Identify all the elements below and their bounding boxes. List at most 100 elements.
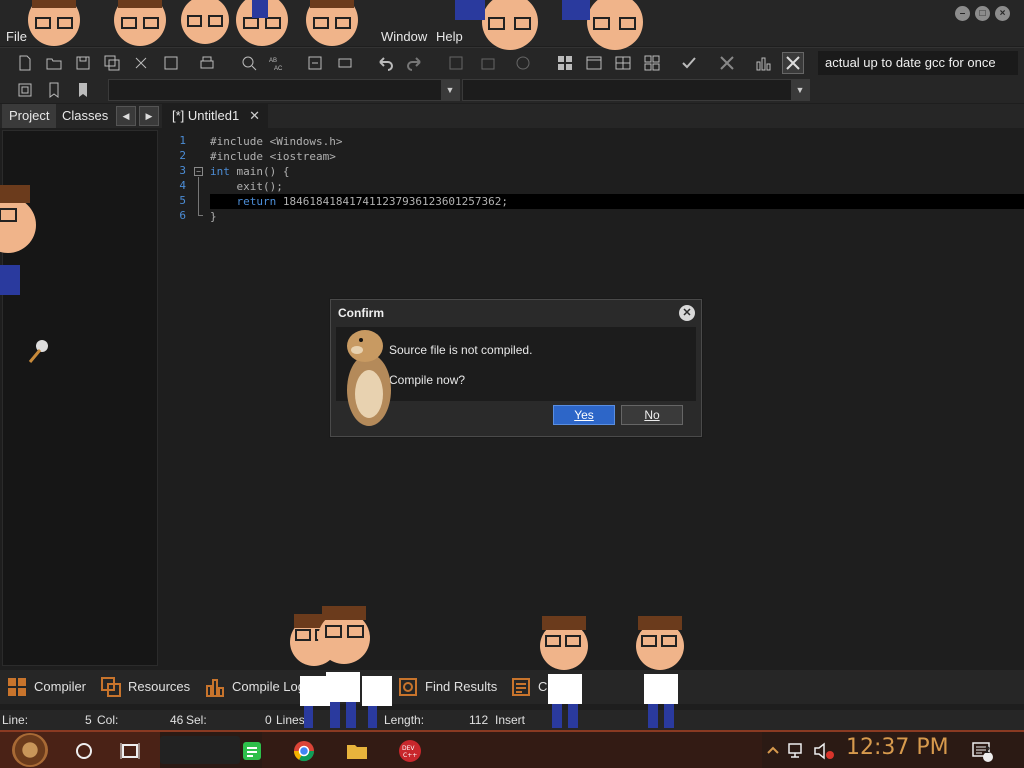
class-selector[interactable]: ▼ (108, 79, 460, 101)
indent-icon[interactable] (304, 52, 326, 74)
window-controls: – □ × (955, 6, 1010, 21)
cartoon-face-icon (114, 0, 166, 46)
fold-guide (198, 177, 199, 215)
dev-cpp-icon[interactable]: DEVC++ (398, 739, 422, 763)
tab-classes[interactable]: Classes (55, 104, 115, 128)
yes-button[interactable]: Yes (553, 405, 615, 425)
open-file-icon[interactable] (43, 52, 65, 74)
print-icon[interactable] (196, 52, 218, 74)
cartoon-face-icon (236, 0, 288, 46)
find-results-icon (399, 678, 417, 696)
tab-compiler[interactable]: Compiler (4, 674, 86, 700)
editor-tab-label: [*] Untitled1 (172, 108, 240, 123)
network-icon[interactable] (786, 739, 810, 763)
checkmark-icon[interactable] (678, 52, 700, 74)
task-view-icon[interactable] (118, 739, 142, 763)
line-number: 4 (179, 179, 186, 192)
tab-untitled1[interactable]: [*] Untitled1 ✕ (166, 104, 268, 128)
editor-tabs: [*] Untitled1 ✕ (166, 104, 1024, 128)
chart-icon[interactable] (752, 52, 774, 74)
goto-icon[interactable] (14, 79, 36, 101)
notes-app-icon[interactable] (240, 739, 264, 763)
code-text: } (210, 210, 217, 223)
cartoon-face-icon (28, 0, 80, 46)
minimize-button[interactable]: – (955, 6, 970, 21)
chrome-icon[interactable] (292, 739, 316, 763)
code-line: #include <iostream> (210, 149, 336, 164)
cartoon-face-icon (562, 0, 643, 50)
tab-find-results[interactable]: Find Results (395, 674, 497, 700)
notification-count-badge: 2 (985, 745, 991, 755)
status-line-value: 5 (85, 713, 92, 727)
resources-icon (101, 677, 121, 697)
cartoon-man-figure-icon (540, 616, 588, 728)
cartoon-face-icon (0, 185, 36, 295)
close-tab-icon[interactable]: ✕ (249, 104, 260, 128)
cartoon-face-icon (306, 0, 358, 46)
close-all-icon[interactable] (160, 52, 182, 74)
cartoon-face-icon (455, 0, 538, 50)
function-selector[interactable]: ▼ (462, 79, 810, 101)
code-line: #include <Windows.h> (210, 134, 342, 149)
code-text: #include <Windows.h> (210, 135, 343, 148)
abort-icon[interactable] (782, 52, 804, 74)
code-text: main() { (229, 165, 290, 178)
dialog-close-button[interactable]: ✕ (679, 305, 695, 321)
redo-icon[interactable] (404, 52, 426, 74)
menu-window[interactable]: Window (381, 29, 427, 44)
bottom-panel-tabs: Compiler Resources Compile Log Find Resu… (0, 670, 1024, 704)
taskbar-search[interactable] (160, 736, 240, 764)
fold-toggle-icon[interactable]: − (194, 167, 203, 176)
close-file-icon[interactable] (130, 52, 152, 74)
line-number: 5 (179, 194, 186, 207)
tab-label: Compiler (34, 679, 87, 694)
tab-label: Resources (128, 679, 191, 694)
status-length-value: 112 (469, 713, 489, 727)
new-file-icon[interactable] (14, 52, 36, 74)
tab-scroll-left-icon[interactable]: ◀ (116, 106, 136, 126)
cartoon-man-figure-icon (636, 616, 684, 728)
line-number: 6 (179, 209, 186, 222)
taskbar: DEV C++ 12:37 PM 2 (0, 730, 1024, 768)
code-keyword: return (236, 195, 277, 208)
taskbar-clock[interactable]: 12:37 PM (846, 735, 949, 760)
running-apps: DEV C++ (262, 732, 762, 768)
left-panel-tabs: Project Classes ◀ ▶ (0, 104, 162, 128)
find-icon[interactable] (238, 52, 260, 74)
close-window-button[interactable]: × (995, 6, 1010, 21)
tab-resources[interactable]: Resources (98, 674, 190, 700)
start-button-icon[interactable] (12, 733, 48, 767)
code-line: exit(); (210, 179, 283, 194)
bookmark-list-icon[interactable] (72, 79, 94, 101)
undo-icon[interactable] (374, 52, 396, 74)
no-button[interactable]: No (621, 405, 683, 425)
code-text: exit(); (210, 180, 283, 193)
code-line-active: return 18461841841741123793612360125736​… (210, 194, 1024, 209)
save-all-icon[interactable] (101, 52, 123, 74)
file-explorer-icon[interactable] (345, 739, 369, 763)
replace-icon[interactable]: AB AC (266, 52, 288, 74)
cartoon-man-figure-icon (290, 606, 392, 728)
commit-message-field[interactable]: actual up to date gcc for once (818, 51, 1018, 75)
bookmark-icon[interactable] (43, 79, 65, 101)
hamster-icon (347, 330, 391, 426)
status-col-label: Col: (97, 713, 119, 727)
unindent-icon[interactable] (334, 52, 356, 74)
line-number-gutter: 1 2 3 4 5 6 (166, 130, 190, 666)
tab-project[interactable]: Project (2, 104, 57, 128)
tab-label: Find Results (425, 679, 498, 694)
dialog-message: Source file is not compiled. (389, 343, 533, 357)
tab-scroll-right-icon[interactable]: ▶ (139, 106, 159, 126)
maximize-button[interactable]: □ (975, 6, 990, 21)
line-number: 3 (179, 164, 186, 177)
save-icon[interactable] (72, 52, 94, 74)
volume-muted-icon[interactable] (812, 739, 836, 763)
svg-text:AC: AC (274, 66, 283, 72)
action-center-icon[interactable] (970, 739, 994, 763)
cortana-icon[interactable] (72, 739, 96, 763)
code-keyword: int (210, 165, 230, 178)
tray-overflow-icon[interactable] (766, 739, 780, 763)
code-line: int main() { (210, 164, 289, 179)
cancel-icon[interactable] (716, 52, 738, 74)
